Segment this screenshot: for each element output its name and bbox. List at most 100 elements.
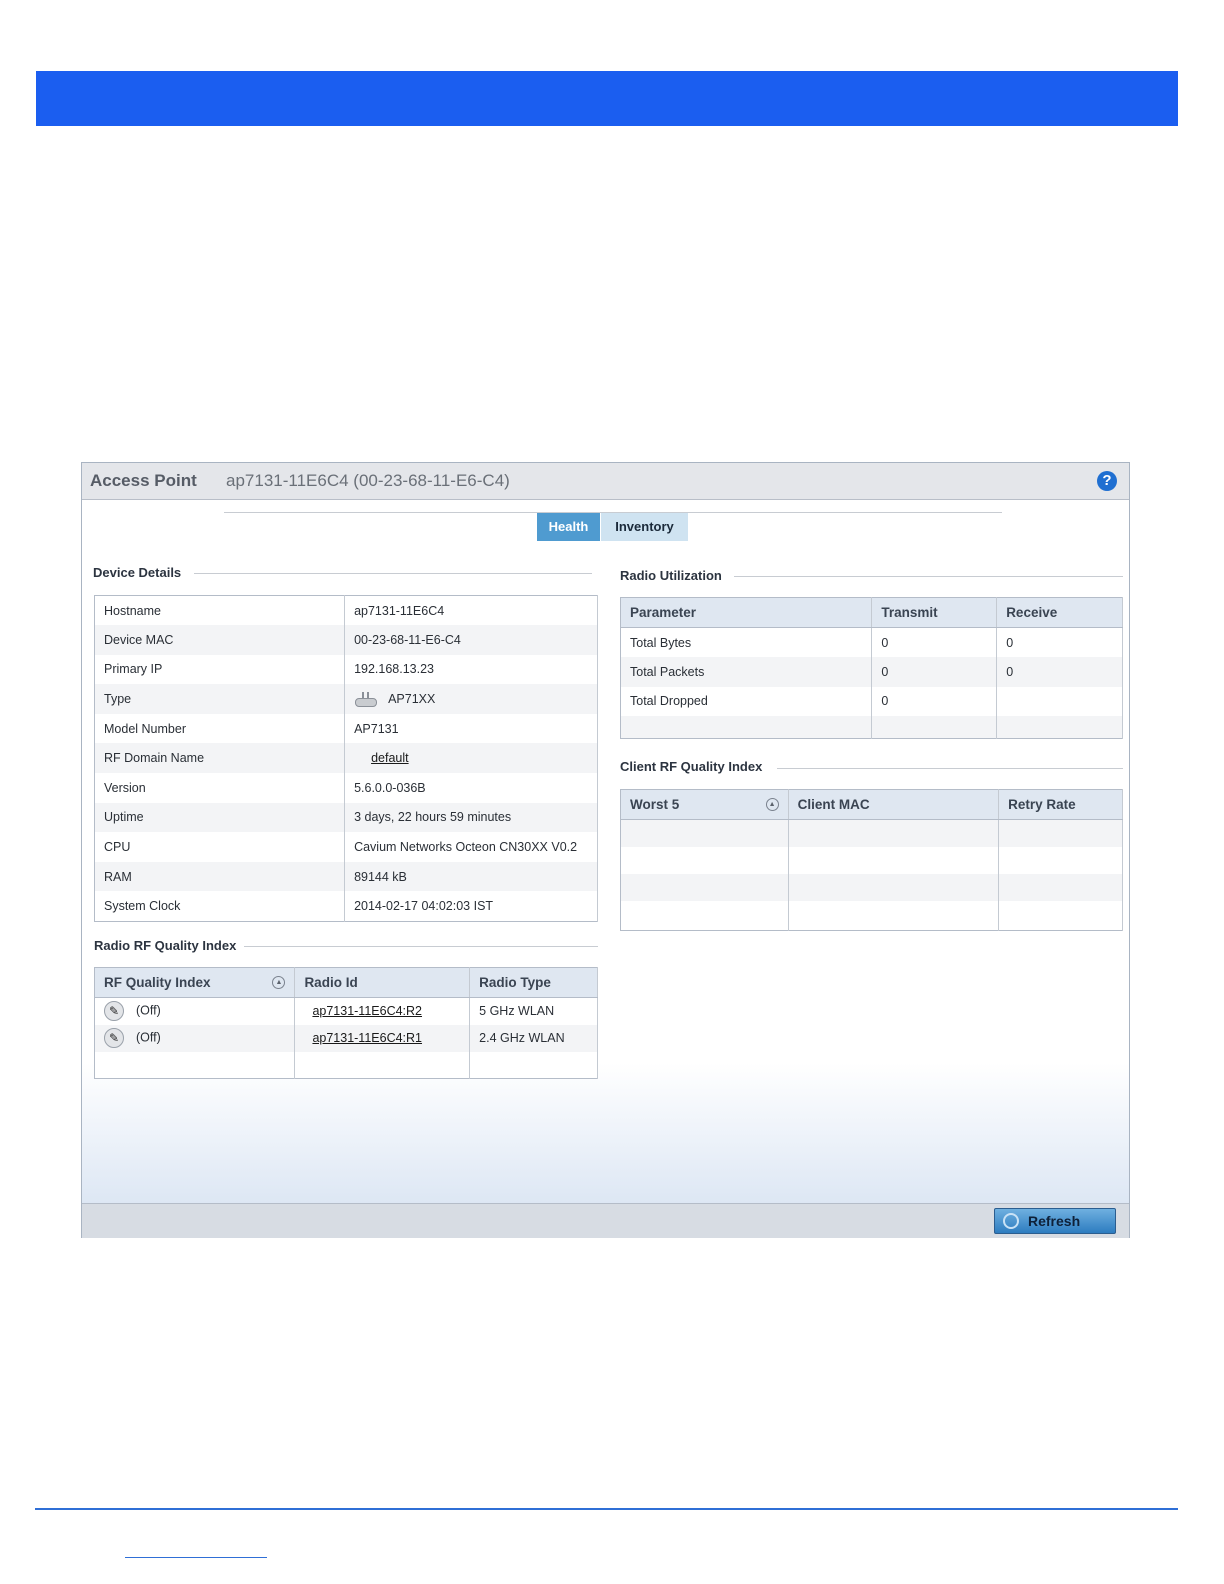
- radio-rf-quality-title: Radio RF Quality Index: [94, 938, 245, 953]
- table-row-empty: [94, 1051, 598, 1079]
- sort-ascending-icon[interactable]: ▲: [272, 976, 286, 989]
- table-row-empty: [620, 900, 1123, 931]
- column-header-radio-type[interactable]: Radio Type: [469, 967, 598, 998]
- refresh-icon: [1003, 1213, 1019, 1229]
- refresh-button[interactable]: Refresh: [994, 1208, 1116, 1234]
- device-details-title: Device Details: [93, 565, 190, 580]
- transmit-cell: 0: [871, 686, 998, 717]
- pencil-icon[interactable]: ✎: [104, 1001, 124, 1022]
- table-row-empty: [620, 819, 1123, 847]
- row-value: 192.168.13.23: [344, 654, 598, 685]
- row-value: default: [344, 743, 598, 774]
- column-header-rf-quality[interactable]: RF Quality Index ▲: [94, 967, 296, 998]
- table-row: Uptime 3 days, 22 hours 59 minutes: [94, 802, 598, 833]
- row-value: AP7131: [344, 713, 598, 744]
- row-value: 5.6.0.0-036B: [344, 773, 598, 803]
- client-rf-quality-table: Worst 5 ▲ Client MAC Retry Rate: [620, 789, 1123, 931]
- transmit-cell: 0: [871, 657, 998, 687]
- radio-rf-quality-table: RF Quality Index ▲ Radio Id Radio Type ✎ (…: [94, 967, 598, 1079]
- tab-health[interactable]: Health: [537, 513, 600, 541]
- table-header-row: Worst 5 ▲ Client MAC Retry Rate: [620, 789, 1123, 820]
- row-label: Uptime: [94, 802, 346, 833]
- radio-type-cell: 5 GHz WLAN: [469, 997, 598, 1025]
- parameter-cell: Total Packets: [620, 657, 873, 687]
- section-divider: [734, 576, 1123, 577]
- row-label: CPU: [94, 832, 346, 862]
- row-value: 00-23-68-11-E6-C4: [344, 625, 598, 655]
- radio-utilization-table: Parameter Transmit Receive Total Bytes 0 0…: [620, 597, 1123, 739]
- column-header-receive[interactable]: Receive: [996, 597, 1123, 628]
- table-row: ✎ (Off) ap7131-11E6C4:R1 2.4 GHz WLAN: [94, 1024, 598, 1052]
- table-row: Total Packets 0 0: [620, 657, 1123, 687]
- row-value: 2014-02-17 04:02:03 IST: [344, 891, 598, 922]
- column-header-worst-5[interactable]: Worst 5 ▲: [620, 789, 789, 820]
- header-label: Worst 5: [630, 797, 680, 812]
- radio-id-cell: ap7131-11E6C4:R2: [294, 997, 471, 1025]
- pencil-icon[interactable]: ✎: [104, 1028, 124, 1048]
- panel-subtitle: ap7131-11E6C4 (00-23-68-11-E6-C4): [226, 471, 510, 490]
- table-row: Primary IP 192.168.13.23: [94, 654, 598, 685]
- row-label: Hostname: [94, 595, 346, 626]
- rf-quality-cell: ✎ (Off): [94, 997, 296, 1025]
- table-row: RAM 89144 kB: [94, 861, 598, 892]
- radio-utilization-title: Radio Utilization: [620, 568, 730, 583]
- radio-id-link[interactable]: ap7131-11E6C4:R2: [312, 1004, 422, 1018]
- radio-id-link[interactable]: ap7131-11E6C4:R1: [312, 1031, 422, 1045]
- panel-footer: Refresh: [82, 1203, 1129, 1238]
- table-row: CPU Cavium Networks Octeon CN30XX V0.2: [94, 832, 598, 862]
- panel-title: Access Point: [90, 471, 197, 490]
- table-row: Version 5.6.0.0-036B: [94, 773, 598, 803]
- row-value: ap7131-11E6C4: [344, 595, 598, 626]
- table-row: System Clock 2014-02-17 04:02:03 IST: [94, 891, 598, 922]
- type-value: AP71XX: [388, 691, 436, 706]
- column-header-radio-id[interactable]: Radio Id: [294, 967, 471, 998]
- radio-type-cell: 2.4 GHz WLAN: [469, 1024, 598, 1052]
- column-header-transmit[interactable]: Transmit: [871, 597, 998, 628]
- table-row: RF Domain Name default: [94, 743, 598, 774]
- table-row: Model Number AP7131: [94, 713, 598, 744]
- tab-inventory[interactable]: Inventory: [601, 513, 688, 541]
- row-label: RAM: [94, 861, 346, 892]
- receive-cell: [996, 686, 1123, 717]
- radio-id-cell: ap7131-11E6C4:R1: [294, 1024, 471, 1052]
- help-icon[interactable]: ?: [1097, 471, 1117, 491]
- row-value: AP71XX: [344, 684, 598, 714]
- row-label: Type: [94, 684, 346, 714]
- row-label: Primary IP: [94, 654, 346, 685]
- rf-domain-link[interactable]: default: [371, 751, 409, 765]
- section-divider: [194, 573, 592, 574]
- table-row: Device MAC 00-23-68-11-E6-C4: [94, 625, 598, 655]
- footer-rule: [35, 1508, 1178, 1510]
- row-label: Model Number: [94, 713, 346, 744]
- row-label: Version: [94, 773, 346, 803]
- table-row: Type AP71XX: [94, 684, 598, 714]
- table-row: Total Dropped 0: [620, 686, 1123, 717]
- table-row-empty: [620, 716, 1123, 739]
- column-header-parameter[interactable]: Parameter: [620, 597, 873, 628]
- sort-ascending-icon[interactable]: ▲: [765, 798, 779, 811]
- row-label: Device MAC: [94, 625, 346, 655]
- table-row-empty: [620, 873, 1123, 901]
- row-label: RF Domain Name: [94, 743, 346, 774]
- receive-cell: 0: [996, 627, 1123, 658]
- row-label: System Clock: [94, 891, 346, 922]
- rf-quality-value: (Off): [136, 1030, 161, 1045]
- footer-underline: [125, 1557, 267, 1558]
- table-row: Hostname ap7131-11E6C4: [94, 595, 598, 626]
- rf-quality-value: (Off): [136, 1003, 161, 1018]
- row-value: 89144 kB: [344, 861, 598, 892]
- panel-header: Access Point ap7131-11E6C4 (00-23-68-11-…: [82, 463, 1129, 500]
- header-banner: [36, 71, 1178, 126]
- column-header-retry-rate[interactable]: Retry Rate: [998, 789, 1123, 820]
- access-point-icon: [354, 692, 378, 708]
- table-header-row: RF Quality Index ▲ Radio Id Radio Type: [94, 967, 598, 998]
- transmit-cell: 0: [871, 627, 998, 658]
- column-header-client-mac[interactable]: Client MAC: [788, 789, 1000, 820]
- table-row: ✎ (Off) ap7131-11E6C4:R2 5 GHz WLAN: [94, 997, 598, 1025]
- refresh-label: Refresh: [1028, 1213, 1081, 1229]
- access-point-panel: Access Point ap7131-11E6C4 (00-23-68-11-…: [81, 462, 1130, 1238]
- table-row: Total Bytes 0 0: [620, 627, 1123, 658]
- table-header-row: Parameter Transmit Receive: [620, 597, 1123, 628]
- rf-quality-cell: ✎ (Off): [94, 1024, 296, 1052]
- header-label: RF Quality Index: [104, 975, 211, 990]
